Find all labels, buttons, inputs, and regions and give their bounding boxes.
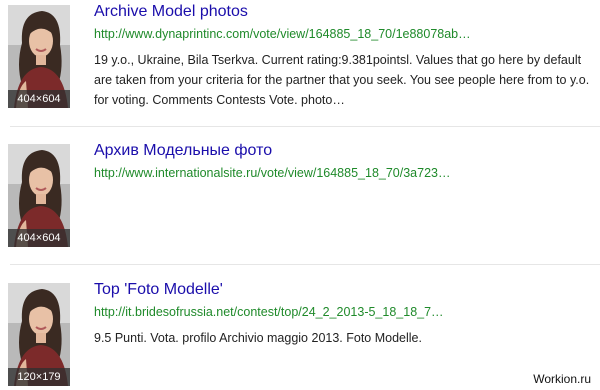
- site-watermark: Workion.ru: [533, 372, 591, 386]
- result-thumbnail[interactable]: 120×179: [8, 283, 70, 386]
- result-url[interactable]: http://www.internationalsite.ru/vote/vie…: [94, 166, 450, 180]
- result-snippet: 19 y.o., Ukraine, Bila Tserkva. Current …: [94, 53, 590, 107]
- result-divider: [10, 264, 600, 265]
- result-title-link[interactable]: Архив Модельные фото: [94, 142, 272, 160]
- result-thumbnail[interactable]: 404×604: [8, 144, 70, 247]
- result-url[interactable]: http://www.dynaprintinc.com/vote/view/16…: [94, 27, 471, 41]
- image-size-label: 404×604: [8, 229, 70, 247]
- image-size-label: 120×179: [8, 368, 70, 386]
- image-size-label: 404×604: [8, 90, 70, 108]
- result-title-link[interactable]: Archive Model photos: [94, 3, 248, 21]
- result-thumbnail[interactable]: 404×604: [8, 5, 70, 108]
- search-result: 120×179 Top 'Foto Modelle' http://it.bri…: [0, 278, 600, 390]
- result-snippet: 9.5 Punti. Vota. profilo Archivio maggio…: [94, 331, 422, 345]
- search-result: 404×604 Archive Model photos http://www.…: [0, 0, 600, 112]
- result-title-link[interactable]: Top 'Foto Modelle': [94, 281, 223, 299]
- result-url[interactable]: http://it.bridesofrussia.net/contest/top…: [94, 305, 444, 319]
- result-divider: [10, 126, 600, 127]
- search-result: 404×604 Архив Модельные фото http://www.…: [0, 139, 600, 251]
